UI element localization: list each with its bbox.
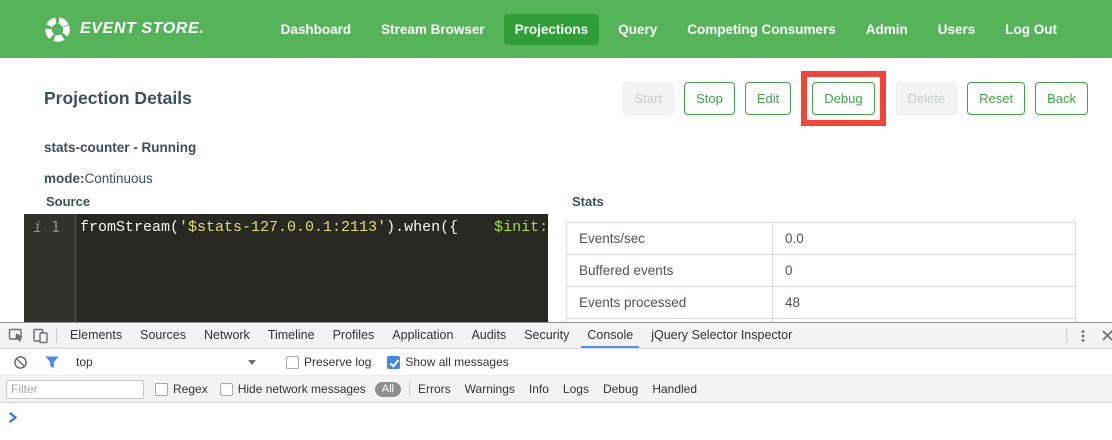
stats-label: Stats <box>572 194 1076 209</box>
code-segment-string: '$stats-127.0.0.1:2113' <box>179 219 386 236</box>
execution-context-value: top <box>76 355 93 369</box>
hide-network-messages-label: Hide network messages <box>238 382 366 396</box>
checkbox-unchecked <box>220 383 233 396</box>
projection-actions: Start Stop Edit Debug Delete Reset Back <box>623 71 1088 126</box>
hide-network-messages-checkbox[interactable]: Hide network messages <box>220 382 366 396</box>
main-content: Projection Details Start Stop Edit Debug… <box>0 58 1112 322</box>
mode-value: Continuous <box>85 171 153 186</box>
line-info-icon: i <box>33 217 42 322</box>
stat-name: Events/sec <box>567 223 773 255</box>
stat-name: Buffered events <box>567 255 773 287</box>
console-prompt[interactable] <box>0 403 1112 439</box>
console-filter-bar: Regex Hide network messages All Errors W… <box>0 376 1112 403</box>
regex-checkbox[interactable]: Regex <box>155 382 208 396</box>
close-icon[interactable] <box>1095 323 1112 348</box>
code-segment: ).when({ <box>386 219 494 236</box>
console-prompt-chevron-icon <box>9 412 18 423</box>
main-nav: Dashboard Stream Browser Projections Que… <box>270 14 1068 45</box>
event-store-logo-text: EVENT STORE. <box>80 20 204 38</box>
chevron-down-icon <box>248 360 256 365</box>
stat-value: 0.0 <box>773 223 1076 255</box>
source-section: Source i 1 fromStream('$stats-127.0.0.1:… <box>24 194 548 322</box>
tab-application[interactable]: Application <box>386 323 459 348</box>
tab-security[interactable]: Security <box>518 323 575 348</box>
nav-item-projections[interactable]: Projections <box>504 14 600 45</box>
editor-gutter: i 1 <box>24 214 76 322</box>
tab-profiles[interactable]: Profiles <box>327 323 381 348</box>
start-button: Start <box>623 82 674 115</box>
code-line: fromStream('$stats-127.0.0.1:2113').when… <box>76 214 548 322</box>
checkbox-unchecked <box>286 356 299 369</box>
inspect-element-icon[interactable] <box>4 323 28 348</box>
tab-network[interactable]: Network <box>198 323 256 348</box>
stop-button[interactable]: Stop <box>684 82 735 115</box>
nav-item-log-out[interactable]: Log Out <box>994 14 1068 45</box>
execution-context-select[interactable]: top <box>76 355 256 369</box>
checkbox-unchecked <box>155 383 168 396</box>
stats-table: Events/sec 0.0 Buffered events 0 Events … <box>566 222 1076 322</box>
code-segment: fromStream( <box>80 219 179 236</box>
tab-elements[interactable]: Elements <box>64 323 128 348</box>
nav-item-admin[interactable]: Admin <box>855 14 919 45</box>
stat-name: Events processed <box>567 287 773 319</box>
tab-jquery-selector-inspector[interactable]: jQuery Selector Inspector <box>645 323 798 348</box>
back-button[interactable]: Back <box>1035 82 1088 115</box>
filter-level-handled[interactable]: Handled <box>652 382 697 396</box>
toolbar-divider <box>1066 328 1067 343</box>
table-row: Events/sec 0.0 <box>567 223 1076 255</box>
code-editor[interactable]: i 1 fromStream('$stats-127.0.0.1:2113').… <box>24 214 548 322</box>
debug-annotation-box: Debug <box>801 71 885 126</box>
preserve-log-checkbox[interactable]: Preserve log <box>286 355 371 369</box>
debug-button[interactable]: Debug <box>812 82 874 115</box>
nav-item-users[interactable]: Users <box>927 14 987 45</box>
stats-section: Stats Events/sec 0.0 Buffered events 0 E… <box>566 194 1076 322</box>
table-row: Buffered events 0 <box>567 255 1076 287</box>
delete-button: Delete <box>896 82 958 115</box>
filter-level-warnings[interactable]: Warnings <box>465 382 515 396</box>
filter-level-info[interactable]: Info <box>529 382 549 396</box>
nav-item-dashboard[interactable]: Dashboard <box>270 14 363 45</box>
top-navigation: EVENT STORE. Dashboard Stream Browser Pr… <box>0 0 1112 58</box>
reset-button[interactable]: Reset <box>967 82 1025 115</box>
projection-mode: mode:Continuous <box>44 171 1088 186</box>
table-row: Events processed 48 <box>567 287 1076 319</box>
show-all-messages-checkbox[interactable]: Show all messages <box>387 355 508 369</box>
checkbox-checked <box>387 356 400 369</box>
event-store-logo-icon <box>44 16 71 43</box>
preserve-log-label: Preserve log <box>304 355 371 369</box>
filter-all-badge[interactable]: All <box>375 382 401 397</box>
tab-console[interactable]: Console <box>581 323 639 348</box>
filter-level-debug[interactable]: Debug <box>603 382 638 396</box>
clear-console-icon[interactable] <box>8 355 32 370</box>
tab-audits[interactable]: Audits <box>465 323 512 348</box>
tab-timeline[interactable]: Timeline <box>262 323 321 348</box>
projection-status: stats-counter - Running <box>44 140 1088 155</box>
devtools-panel: Elements Sources Network Timeline Profil… <box>0 322 1112 440</box>
stat-value: 0 <box>773 255 1076 287</box>
show-all-messages-label: Show all messages <box>405 355 508 369</box>
filter-level-logs[interactable]: Logs <box>563 382 589 396</box>
filter-level-errors[interactable]: Errors <box>418 382 451 396</box>
regex-label: Regex <box>173 382 208 396</box>
line-number: 1 <box>51 217 60 322</box>
toolbar-divider <box>56 328 57 343</box>
tab-sources[interactable]: Sources <box>134 323 192 348</box>
device-toolbar-icon[interactable] <box>28 323 52 348</box>
nav-item-query[interactable]: Query <box>607 14 668 45</box>
toolbar-divider <box>409 381 410 397</box>
nav-item-competing-consumers[interactable]: Competing Consumers <box>676 14 847 45</box>
filter-input[interactable] <box>6 380 144 399</box>
devtools-menu-icon[interactable] <box>1071 323 1095 348</box>
console-toolbar: top Preserve log Show all messages <box>0 349 1112 376</box>
page-title: Projection Details <box>44 88 192 109</box>
mode-label: mode: <box>44 171 85 186</box>
event-store-logo[interactable]: EVENT STORE. <box>44 16 204 43</box>
filter-icon[interactable] <box>40 356 64 369</box>
devtools-tab-bar: Elements Sources Network Timeline Profil… <box>0 323 1112 349</box>
edit-button[interactable]: Edit <box>745 82 791 115</box>
stat-value: 48 <box>773 287 1076 319</box>
source-label: Source <box>46 194 548 209</box>
code-segment-keyword: $init: <box>494 219 548 236</box>
nav-item-stream-browser[interactable]: Stream Browser <box>370 14 496 45</box>
